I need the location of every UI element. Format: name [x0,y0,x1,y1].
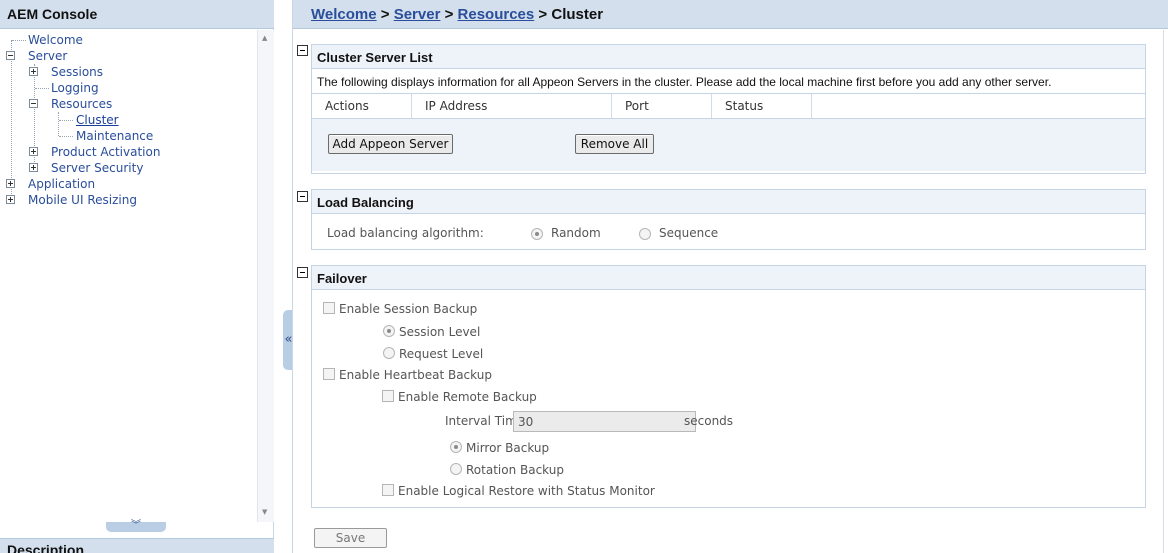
tree-item-product-activation[interactable]: Product Activation [51,144,160,160]
tree-item-sessions[interactable]: Sessions [51,64,103,80]
session-level-label[interactable]: Session Level [399,325,480,339]
tree-item-label[interactable]: Welcome [28,33,83,47]
content-pane: Welcome > Server > Resources > Cluster C… [292,0,1168,553]
tree-item-logging[interactable]: Logging [51,80,99,96]
failover-section: Failover Enable Session Backup Session L… [311,265,1146,508]
breadcrumb-server[interactable]: Server [394,6,441,23]
failover-title: Failover [312,266,1145,290]
column-header-ip-address: IP Address [412,94,612,118]
tree-item-label[interactable]: Server Security [51,161,143,175]
load-balancing-section: Load Balancing Load balancing algorithm:… [311,189,1146,250]
column-header-status: Status [712,94,812,118]
enable-logical-restore-label[interactable]: Enable Logical Restore with Status Monit… [398,484,655,498]
cluster-server-table-header: Actions IP Address Port Status [312,94,1145,119]
tree-connector [59,136,73,137]
tree-connector [59,120,73,121]
tree-item-application[interactable]: Application [28,176,95,192]
cluster-server-list-description: The following displays information for a… [312,69,1145,94]
interval-unit-label: seconds [684,414,734,428]
tree-item-label[interactable]: Sessions [51,65,103,79]
request-level-radio[interactable] [383,347,395,359]
column-header-actions: Actions [312,94,412,118]
cluster-server-list-title: Cluster Server List [312,45,1145,69]
cluster-server-list-section: Cluster Server List The following displa… [311,44,1146,174]
enable-session-backup-label[interactable]: Enable Session Backup [339,302,477,316]
double-chevron-down-icon[interactable]: ︾ [106,521,166,532]
tree-item-label[interactable]: Mobile UI Resizing [28,193,137,207]
breadcrumb-separator: > [538,6,548,23]
add-appeon-server-button[interactable]: Add Appeon Server [328,134,453,154]
sequence-radio-label[interactable]: Sequence [659,226,718,240]
tree-item-maintenance[interactable]: Maintenance [76,128,153,144]
tree-connector [35,88,49,89]
tree-connector [12,40,26,41]
remove-all-button[interactable]: Remove All [575,134,654,154]
breadcrumb-separator: > [444,6,454,23]
sequence-radio[interactable] [639,228,651,240]
breadcrumb-resources[interactable]: Resources [458,6,535,23]
enable-remote-backup-label[interactable]: Enable Remote Backup [398,390,537,404]
cluster-server-table-body: Add Appeon Server Remove All [312,119,1145,171]
breadcrumb: Welcome > Server > Resources > Cluster [293,0,1168,29]
tree-item-label[interactable]: Product Activation [51,145,160,159]
rotation-backup-label[interactable]: Rotation Backup [466,463,564,477]
tree-item-server-security[interactable]: Server Security [51,160,143,176]
tree-item-cluster[interactable]: Cluster [76,112,119,128]
rotation-backup-radio[interactable] [450,463,462,475]
expand-product-activation-icon[interactable] [29,147,38,156]
session-level-radio[interactable] [383,325,395,337]
collapse-resources-icon[interactable] [29,99,38,108]
tree-item-resources[interactable]: Resources [51,96,112,112]
enable-remote-backup-checkbox[interactable] [382,390,394,402]
expand-application-icon[interactable] [6,179,15,188]
column-header-port: Port [612,94,712,118]
scroll-up-arrow-icon[interactable]: ▲ [262,34,267,42]
tree-item-welcome[interactable]: Welcome [28,32,83,48]
breadcrumb-current: Cluster [551,6,604,23]
tree-item-label[interactable]: Application [28,177,95,191]
expand-mobile-ui-resizing-icon[interactable] [6,195,15,204]
tree-item-label[interactable]: Cluster [76,113,119,127]
tree-item-label[interactable]: Maintenance [76,129,153,143]
tree-item-mobile-ui-resizing[interactable]: Mobile UI Resizing [28,192,137,208]
left-navigation-pane: AEM Console Welcome Server Sessions Logg… [0,0,274,553]
interval-time-input[interactable]: 30 [513,411,696,432]
enable-logical-restore-checkbox[interactable] [382,484,394,496]
expand-server-security-icon[interactable] [29,163,38,172]
console-title: AEM Console [0,0,274,29]
expand-sessions-icon[interactable] [29,67,38,76]
tree-scrollbar[interactable]: ▲ ▼ [257,30,274,522]
random-radio-label[interactable]: Random [551,226,601,240]
tree-item-server[interactable]: Server [28,48,67,64]
collapse-server-icon[interactable] [6,51,15,60]
enable-heartbeat-backup-checkbox[interactable] [323,368,335,380]
load-balancing-title: Load Balancing [312,190,1145,214]
tree-connector [11,40,12,200]
navigation-tree: Welcome Server Sessions Logging Resource… [0,30,274,522]
load-balancing-algorithm-label: Load balancing algorithm: [327,226,484,240]
breadcrumb-welcome[interactable]: Welcome [311,6,377,23]
enable-session-backup-checkbox[interactable] [323,302,335,314]
load-balancing-collapse-icon[interactable] [297,191,308,202]
content-scrollbar[interactable] [1163,30,1168,553]
tree-connector [58,112,59,136]
scroll-down-arrow-icon[interactable]: ▼ [262,508,267,516]
mirror-backup-radio[interactable] [450,441,462,453]
mirror-backup-label[interactable]: Mirror Backup [466,441,549,455]
tree-item-label[interactable]: Server [28,49,67,63]
tree-item-label[interactable]: Resources [51,97,112,111]
breadcrumb-separator: > [380,6,390,23]
description-panel-title: Description [0,538,274,553]
random-radio[interactable] [531,228,543,240]
cluster-list-collapse-icon[interactable] [297,45,308,56]
enable-heartbeat-backup-label[interactable]: Enable Heartbeat Backup [339,368,492,382]
tree-item-label[interactable]: Logging [51,81,99,95]
save-button[interactable]: Save [314,528,387,548]
request-level-label[interactable]: Request Level [399,347,483,361]
failover-collapse-icon[interactable] [297,267,308,278]
